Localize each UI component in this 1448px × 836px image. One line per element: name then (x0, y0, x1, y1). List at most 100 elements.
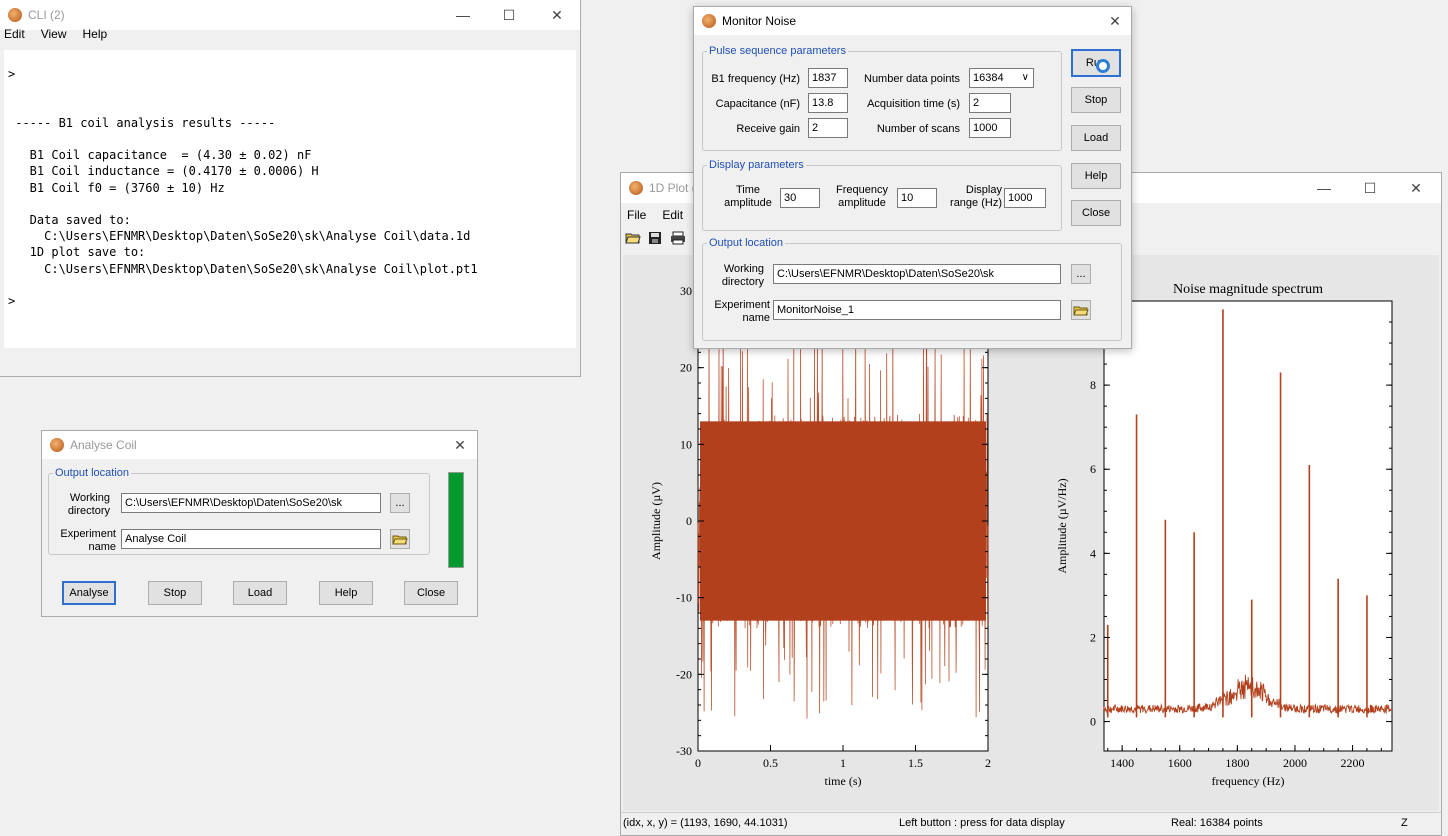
print-icon[interactable] (670, 231, 686, 245)
monitor-working-directory-label: Working directory (721, 263, 764, 288)
number-data-points-value: 16384 (973, 72, 1004, 84)
close-icon[interactable]: ✕ (1092, 7, 1138, 35)
x-tick-label: 1400 (1110, 756, 1134, 770)
folder-icon (1073, 306, 1089, 316)
monitor-output-legend: Output location (709, 237, 783, 249)
analyse-titlebar[interactable]: Analyse Coil ✕ (42, 431, 477, 459)
menu-edit[interactable]: Edit (4, 27, 25, 41)
cli-output[interactable]: > ----- B1 coil analysis results ----- B… (4, 50, 576, 348)
x-tick-label: 1.5 (908, 756, 923, 770)
cursor-busy-icon (1096, 59, 1110, 73)
monitor-working-directory-input[interactable]: C:\Users\EFNMR\Desktop\Daten\SoSe20\sk (773, 264, 1061, 284)
capacitance-label: Capacitance (nF) (715, 98, 800, 110)
y-tick-label: -10 (676, 591, 692, 605)
number-data-points-label: Number data points (864, 73, 960, 85)
spectrum-plot-xlabel: frequency (Hz) (1212, 774, 1285, 788)
display-legend: Display parameters (709, 159, 804, 171)
working-directory-input[interactable]: C:\Users\EFNMR\Desktop\Daten\SoSe20\sk (121, 493, 381, 513)
cli-line (8, 50, 572, 66)
acquisition-time-input[interactable]: 2 (969, 93, 1011, 113)
monitor-stop-button[interactable]: Stop (1071, 87, 1121, 113)
monitor-load-button[interactable]: Load (1071, 125, 1121, 151)
time-amplitude-label: Time amplitude (724, 184, 772, 209)
open-folder-icon[interactable] (625, 231, 641, 245)
x-tick-label: 2 (985, 756, 991, 770)
y-tick-label: 2 (1090, 630, 1096, 644)
browse-button[interactable]: ... (390, 493, 410, 513)
menu-view[interactable]: View (41, 27, 67, 41)
y-tick-label: 10 (680, 437, 692, 451)
x-tick-label: 0.5 (763, 756, 778, 770)
app-icon (50, 438, 64, 452)
analyse-coil-window: Analyse Coil ✕ Output location Working di… (41, 430, 478, 617)
close-button[interactable]: Close (404, 581, 458, 605)
b1-frequency-input[interactable]: 1837 (808, 68, 848, 88)
x-tick-label: 2200 (1341, 756, 1365, 770)
display-range-input[interactable]: 1000 (1004, 188, 1046, 208)
minimize-icon[interactable]: — (1301, 173, 1347, 203)
b1-frequency-label: B1 frequency (Hz) (711, 73, 800, 85)
menu-help[interactable]: Help (82, 27, 107, 41)
close-icon[interactable]: ✕ (1393, 173, 1439, 203)
maximize-icon[interactable]: ☐ (1347, 173, 1393, 203)
menu-edit[interactable]: Edit (662, 208, 683, 222)
monitor-noise-window: Monitor Noise ✕ Pulse sequence parameter… (693, 6, 1132, 349)
monitor-experiment-name-input[interactable]: MonitorNoise_1 (773, 300, 1061, 320)
cli-line: ----- B1 coil analysis results ----- (8, 115, 276, 130)
cli-line: Data saved to: (8, 213, 131, 228)
monitor-output-group: Output location (702, 237, 1122, 341)
receive-gain-input[interactable]: 2 (808, 118, 848, 138)
app-icon (702, 14, 716, 28)
analyse-title: Analyse Coil (70, 438, 137, 452)
monitor-titlebar[interactable]: Monitor Noise ✕ (694, 7, 1131, 35)
menu-file[interactable]: File (627, 208, 646, 222)
number-of-scans-input[interactable]: 1000 (969, 118, 1011, 138)
capacitance-input[interactable]: 13.8 (808, 93, 848, 113)
status-coords: (idx, x, y) = (1193, 1690, 44.1031) (623, 817, 788, 829)
number-data-points-select[interactable]: 16384 ∨ (969, 68, 1034, 88)
close-icon[interactable]: ✕ (437, 431, 483, 459)
cli-line: > (8, 67, 16, 82)
display-range-label: Display range (Hz) (950, 184, 1002, 209)
x-tick-label: 1800 (1225, 756, 1249, 770)
monitor-close-button[interactable]: Close (1071, 200, 1121, 226)
working-directory-label: Working directory (67, 492, 110, 517)
cli-title: CLI (2) (28, 8, 65, 22)
time-plot-xlabel: time (s) (825, 774, 862, 788)
analyse-button[interactable]: Analyse (62, 581, 116, 605)
frequency-amplitude-label: Frequency amplitude (836, 184, 888, 209)
help-button[interactable]: Help (319, 581, 373, 605)
cli-line: > (8, 294, 16, 309)
cli-line (8, 99, 572, 115)
cli-line: B1 Coil f0 = (3760 ± 10) Hz (8, 180, 225, 195)
y-tick-label: 0 (1090, 715, 1096, 729)
plot-statusbar: (idx, x, y) = (1193, 1690, 44.1031) Left… (621, 812, 1441, 835)
spectrum-plot-ylabel: Amplitude (µV/Hz) (1055, 478, 1069, 573)
y-tick-label: 6 (1090, 462, 1096, 476)
x-tick-label: 2000 (1283, 756, 1307, 770)
open-folder-button[interactable] (390, 529, 410, 549)
app-icon (629, 181, 643, 195)
x-tick-label: 1600 (1168, 756, 1192, 770)
frequency-amplitude-input[interactable]: 10 (897, 188, 937, 208)
app-icon (8, 8, 22, 22)
time-amplitude-input[interactable]: 30 (780, 188, 820, 208)
cli-line (8, 277, 572, 293)
y-tick-label: -30 (676, 744, 692, 758)
time-series-band (700, 421, 986, 621)
folder-icon (392, 535, 408, 545)
monitor-open-folder-button[interactable] (1071, 300, 1091, 320)
time-plot-ylabel: Amplitude (µV) (649, 482, 663, 560)
cli-menubar: Edit View Help (0, 24, 580, 44)
stop-button[interactable]: Stop (148, 581, 202, 605)
experiment-name-input[interactable]: Analyse Coil (121, 529, 381, 549)
monitor-browse-button[interactable]: ... (1071, 264, 1091, 284)
load-button[interactable]: Load (233, 581, 287, 605)
x-tick-label: 0 (695, 756, 701, 770)
monitor-help-button[interactable]: Help (1071, 163, 1121, 189)
status-real: Real: 16384 points (1171, 817, 1263, 829)
pulse-legend: Pulse sequence parameters (709, 45, 846, 57)
cli-line: C:\Users\EFNMR\Desktop\Daten\SoSe20\sk\A… (8, 261, 478, 276)
monitor-title: Monitor Noise (722, 14, 797, 28)
save-icon[interactable] (648, 231, 662, 245)
